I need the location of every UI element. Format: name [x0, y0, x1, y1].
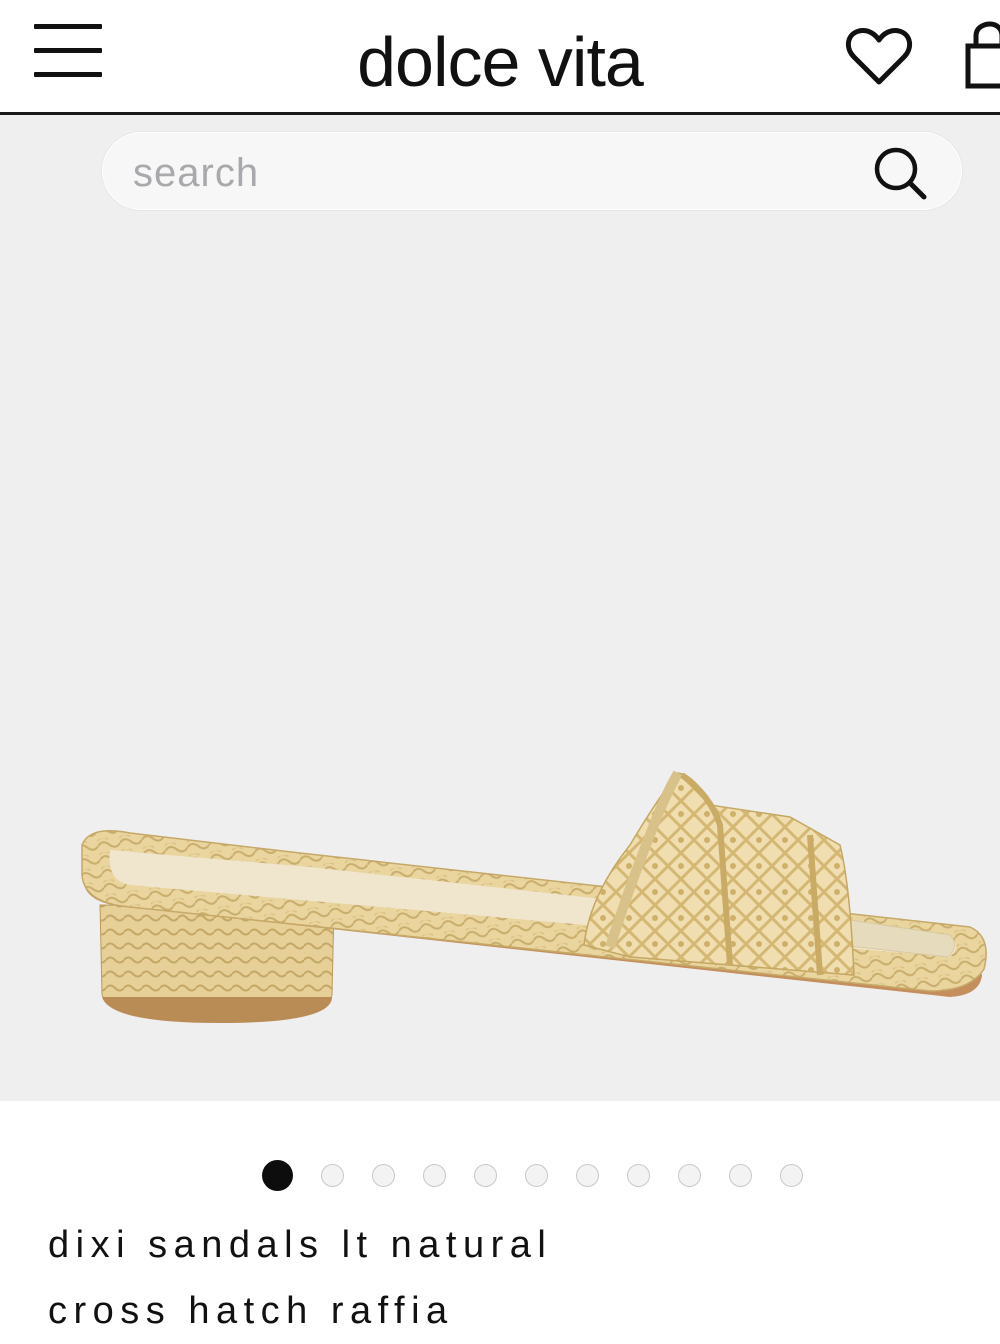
- shopping-bag-icon[interactable]: [962, 20, 1000, 92]
- carousel-dot[interactable]: [525, 1164, 548, 1187]
- carousel-dot[interactable]: [576, 1164, 599, 1187]
- carousel-dot[interactable]: [372, 1164, 395, 1187]
- search-bar: [102, 132, 962, 210]
- product-image[interactable]: [70, 645, 1000, 1035]
- search-input[interactable]: [131, 145, 835, 201]
- carousel-dot[interactable]: [729, 1164, 752, 1187]
- heart-icon[interactable]: [844, 26, 914, 88]
- carousel-dot[interactable]: [474, 1164, 497, 1187]
- product-gallery[interactable]: [0, 115, 1000, 1191]
- carousel-dot[interactable]: [678, 1164, 701, 1187]
- carousel-dot[interactable]: [423, 1164, 446, 1187]
- carousel-dot[interactable]: [262, 1160, 293, 1191]
- carousel-dot[interactable]: [780, 1164, 803, 1187]
- search-icon[interactable]: [868, 143, 932, 207]
- product-title-line2: cross hatch raffia: [48, 1290, 454, 1332]
- product-title: dixi sandals lt natural cross hatch raff…: [48, 1212, 968, 1344]
- carousel-dot[interactable]: [321, 1164, 344, 1187]
- top-header: dolce vita: [0, 0, 1000, 115]
- carousel-dot[interactable]: [627, 1164, 650, 1187]
- product-title-line1: dixi sandals lt natural: [48, 1224, 553, 1266]
